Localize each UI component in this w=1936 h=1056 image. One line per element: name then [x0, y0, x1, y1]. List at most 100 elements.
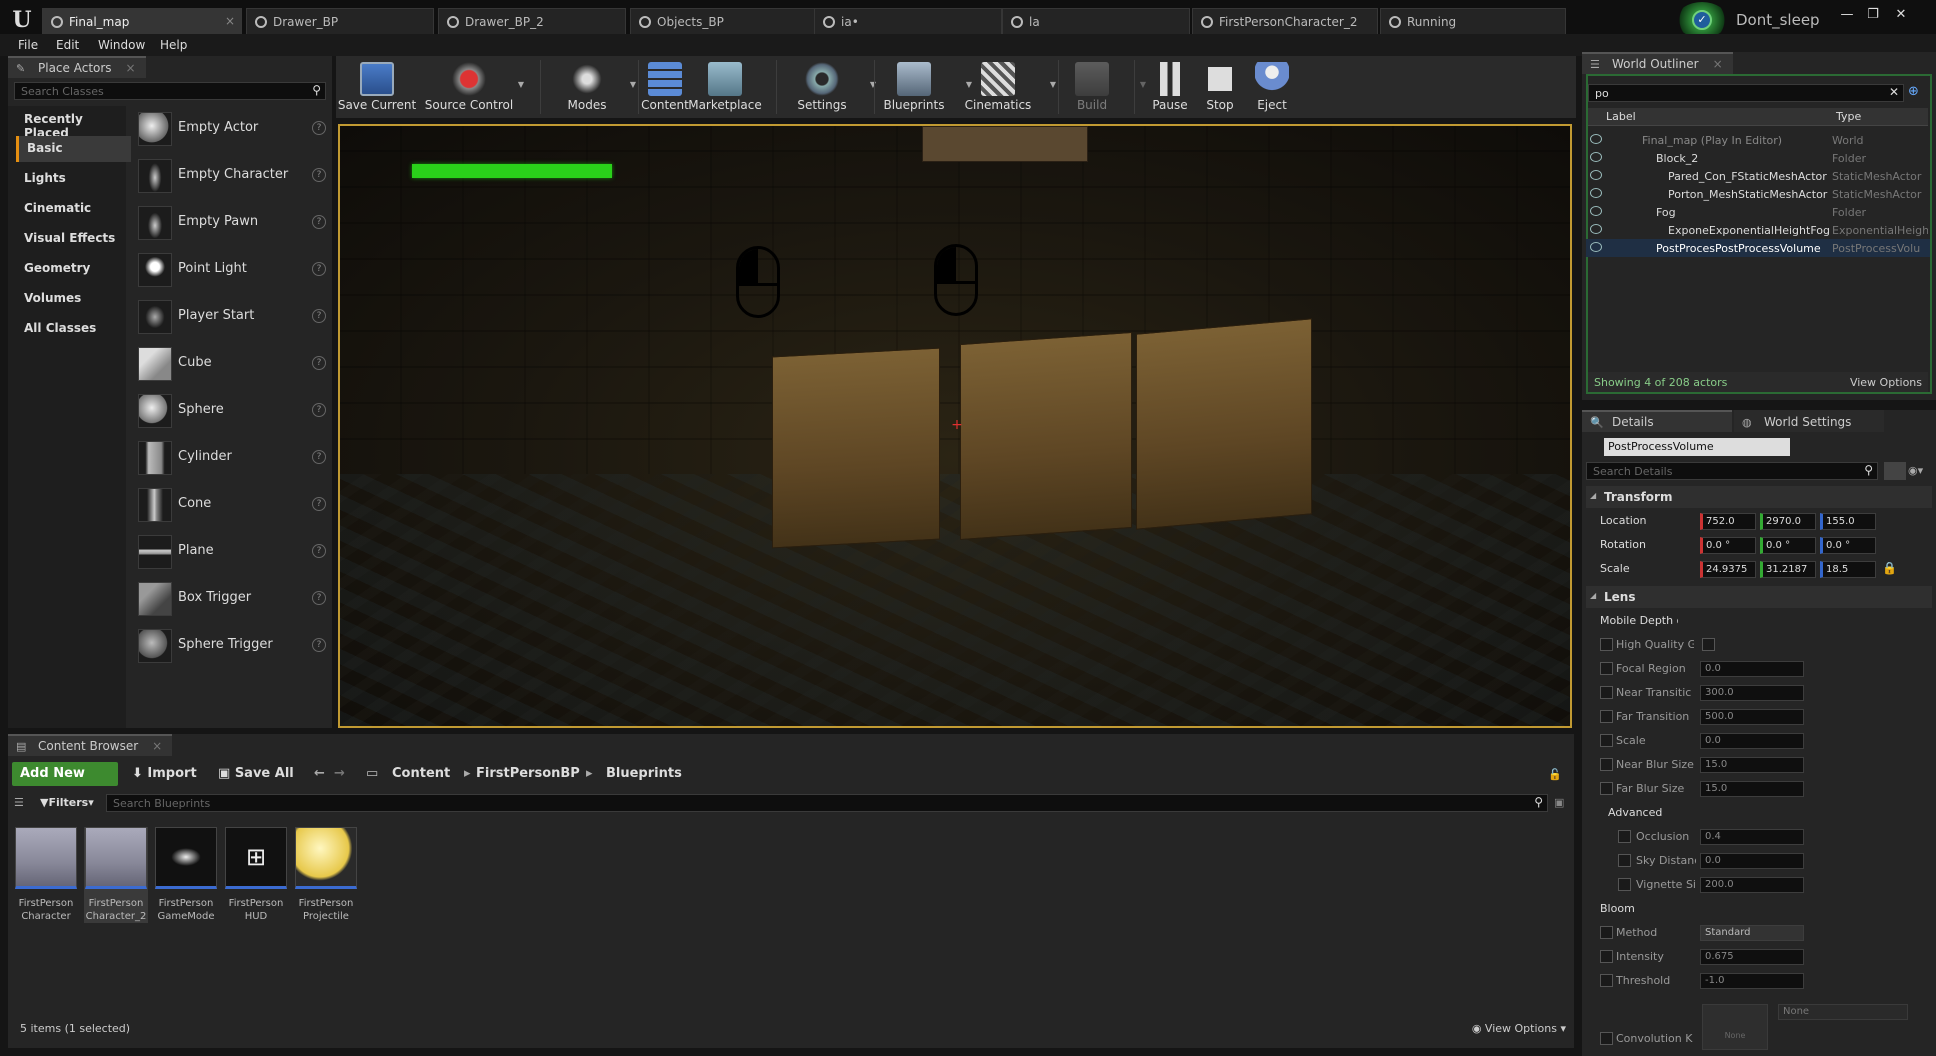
visibility-eye-icon[interactable] — [1590, 206, 1602, 216]
search-details-input[interactable]: Search Details ⚲ — [1586, 462, 1878, 480]
category-geometry[interactable]: Geometry — [16, 256, 131, 282]
save-current-button[interactable]: Save Current — [336, 56, 418, 118]
tab-running[interactable]: Running — [1380, 8, 1566, 34]
help-icon[interactable]: ? — [312, 450, 326, 464]
advanced-row[interactable]: Advanced — [1586, 802, 1932, 824]
outliner-row-world[interactable]: Final_map (Play In Editor) World — [1586, 131, 1930, 149]
breadcrumb-firstpersonbp[interactable]: FirstPersonBP — [476, 766, 580, 781]
column-label-header[interactable]: Label — [1606, 110, 1636, 123]
checkbox[interactable] — [1600, 1032, 1613, 1045]
scale-x-field[interactable]: 24.9375 — [1700, 561, 1756, 578]
breadcrumb-content[interactable]: Content — [392, 766, 450, 781]
value-field[interactable]: 0.0 — [1700, 733, 1804, 749]
object-name-field[interactable]: PostProcessVolume — [1604, 438, 1790, 456]
content-browser-tab[interactable]: ▤ Content Browser × — [8, 734, 173, 756]
value-field[interactable]: 0.0 — [1700, 661, 1804, 677]
checkbox[interactable] — [1600, 926, 1613, 939]
transform-section[interactable]: Transform — [1586, 486, 1932, 508]
actor-cube[interactable]: Cube? — [134, 345, 334, 383]
category-lights[interactable]: Lights — [16, 166, 131, 192]
checkbox[interactable] — [1600, 758, 1613, 771]
bloom-row[interactable]: Bloom — [1586, 898, 1932, 920]
method-dropdown[interactable]: Standard — [1700, 925, 1804, 941]
property-matrix-icon[interactable] — [1884, 462, 1906, 480]
actor-cylinder[interactable]: Cylinder? — [134, 439, 334, 477]
outliner-search-input[interactable]: po ✕ — [1588, 84, 1904, 102]
eject-button[interactable]: Eject — [1244, 56, 1300, 118]
category-all-classes[interactable]: All Classes — [16, 316, 131, 342]
breadcrumb-blueprints[interactable]: Blueprints — [606, 766, 682, 781]
prop-label[interactable]: Rotation — [1600, 538, 1678, 551]
asset-firstpersoncharacter-2[interactable]: FirstPerson Character_2 — [84, 827, 148, 923]
visibility-eye-icon[interactable] — [1590, 170, 1602, 180]
sources-toggle-icon[interactable]: ☰ — [14, 796, 28, 810]
help-icon[interactable]: ? — [312, 544, 326, 558]
location-z-field[interactable]: 155.0 — [1820, 513, 1876, 530]
add-new-button[interactable]: Add New — [12, 762, 118, 786]
source-control-button[interactable]: Source Control ▼ — [422, 56, 524, 118]
close-icon[interactable]: × — [152, 739, 162, 753]
lock-icon[interactable]: 🔓 — [1548, 768, 1562, 781]
asset-firstpersoncharacter[interactable]: FirstPerson Character — [14, 827, 78, 923]
checkbox[interactable] — [1618, 830, 1631, 843]
outliner-row-fog[interactable]: Fog Folder — [1586, 203, 1930, 221]
actor-cone[interactable]: Cone? — [134, 486, 334, 524]
actor-plane[interactable]: Plane? — [134, 533, 334, 571]
scale-z-field[interactable]: 18.5 — [1820, 561, 1876, 578]
value-field[interactable]: 200.0 — [1700, 877, 1804, 893]
location-y-field[interactable]: 2970.0 — [1760, 513, 1816, 530]
actor-sphere[interactable]: Sphere? — [134, 392, 334, 430]
view-options-button[interactable]: ◉ View Options ▾ — [1472, 1022, 1566, 1035]
value-field[interactable]: 300.0 — [1700, 685, 1804, 701]
location-x-field[interactable]: 752.0 — [1700, 513, 1756, 530]
outliner-row-heightfog[interactable]: ExponeExponentialHeightFog ExponentialHei… — [1586, 221, 1930, 239]
search-classes-input[interactable]: Search Classes ⚲ — [14, 82, 326, 100]
checkbox[interactable] — [1600, 638, 1613, 651]
actor-empty-pawn[interactable]: Empty Pawn? — [134, 204, 334, 242]
value-field[interactable]: 15.0 — [1700, 781, 1804, 797]
value-field[interactable]: -1.0 — [1700, 973, 1804, 989]
outliner-row-postprocess[interactable]: PostProcesPostProcessVolume PostProcessVo… — [1586, 239, 1930, 257]
view-options-button[interactable]: View Options — [1850, 376, 1922, 389]
asset-firstpersongamemode[interactable]: FirstPerson GameMode — [154, 827, 218, 923]
folder-icon[interactable]: ▭ — [366, 766, 378, 781]
mobile-dof-row[interactable]: Mobile Depth of Fie — [1586, 610, 1932, 632]
eye-visibility-icon[interactable]: ◉▾ — [1908, 464, 1923, 477]
world-outliner-tab[interactable]: ☰ World Outliner × — [1582, 52, 1733, 74]
visibility-eye-icon[interactable] — [1590, 242, 1602, 252]
menu-window[interactable]: Window — [98, 38, 145, 52]
help-icon[interactable]: ? — [312, 168, 326, 182]
forward-arrow-icon[interactable]: → — [334, 766, 345, 781]
visibility-eye-icon[interactable] — [1590, 224, 1602, 234]
modes-button[interactable]: Modes ▼ — [546, 56, 636, 118]
close-icon[interactable]: × — [1713, 57, 1723, 71]
close-icon[interactable]: × — [126, 61, 136, 75]
actor-empty-character[interactable]: Empty Character? — [134, 157, 334, 195]
checkbox[interactable] — [1600, 686, 1613, 699]
value-field[interactable]: 500.0 — [1700, 709, 1804, 725]
game-viewport[interactable]: + — [338, 124, 1572, 728]
settings-button[interactable]: Settings ▼ — [776, 56, 876, 118]
help-icon[interactable]: ? — [312, 591, 326, 605]
help-icon[interactable]: ? — [312, 356, 326, 370]
back-arrow-icon[interactable]: ← — [314, 766, 325, 781]
visibility-eye-icon[interactable] — [1590, 188, 1602, 198]
actor-box-trigger[interactable]: Box Trigger? — [134, 580, 334, 618]
tab-drawer-bp-2[interactable]: Drawer_BP_2 — [438, 8, 626, 34]
stop-button[interactable]: Stop — [1192, 56, 1248, 118]
column-type-header[interactable]: Type — [1836, 110, 1861, 123]
value-field[interactable]: 0.675 — [1700, 949, 1804, 965]
checkbox[interactable] — [1600, 782, 1613, 795]
tab-la[interactable]: la — [1002, 8, 1190, 34]
save-all-button[interactable]: ▣ Save All — [218, 766, 294, 781]
menu-edit[interactable]: Edit — [56, 38, 79, 52]
help-icon[interactable]: ? — [312, 215, 326, 229]
value-field[interactable]: 0.0 — [1700, 853, 1804, 869]
help-icon[interactable]: ? — [312, 403, 326, 417]
category-visual-effects[interactable]: Visual Effects — [16, 226, 131, 252]
value-field[interactable]: 0.4 — [1700, 829, 1804, 845]
asset-firstpersonprojectile[interactable]: FirstPerson Projectile — [294, 827, 358, 923]
lock-icon[interactable]: 🔒 — [1882, 561, 1897, 575]
checkbox[interactable] — [1618, 854, 1631, 867]
texture-dropdown[interactable]: None — [1778, 1004, 1908, 1020]
